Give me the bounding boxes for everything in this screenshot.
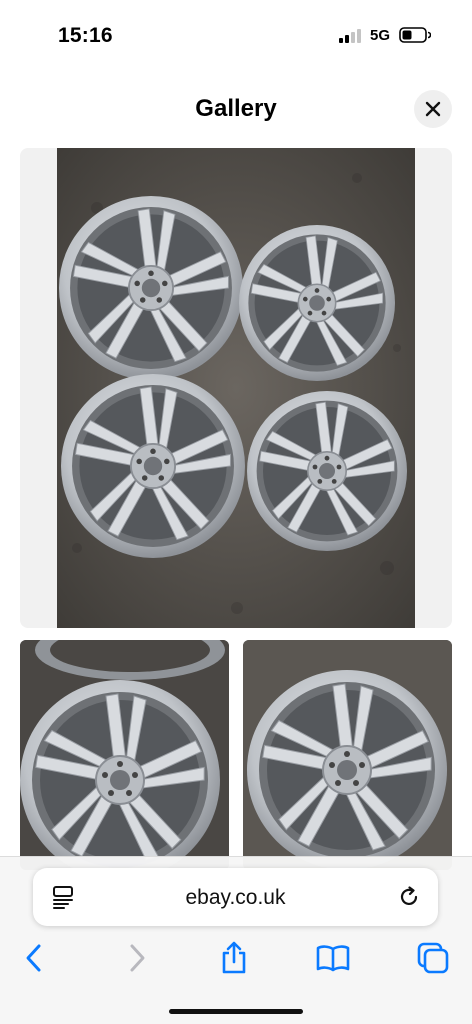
- status-time: 15:16: [58, 24, 113, 47]
- tabs-button[interactable]: [416, 941, 450, 975]
- gallery-thumbnail[interactable]: [20, 640, 229, 870]
- network-type: 5G: [370, 27, 391, 44]
- bookmarks-book-icon: [316, 945, 350, 972]
- close-button[interactable]: [414, 90, 452, 128]
- tabs-icon: [417, 942, 449, 974]
- browser-toolbar: ebay.co.uk: [0, 856, 472, 1024]
- wheel-thumbnail-photo: [20, 640, 229, 870]
- forward-chevron-icon: [130, 944, 145, 972]
- gallery-main-image[interactable]: [20, 148, 452, 628]
- address-bar[interactable]: ebay.co.uk: [33, 868, 438, 926]
- wheel-thumbnail-photo: [243, 640, 452, 870]
- battery-icon: [399, 27, 431, 43]
- back-button[interactable]: [17, 941, 51, 975]
- url-text: ebay.co.uk: [185, 886, 286, 909]
- back-chevron-icon: [26, 944, 41, 972]
- home-indicator[interactable]: [169, 1009, 303, 1014]
- page-title: Gallery: [195, 95, 277, 122]
- reload-icon[interactable]: [397, 885, 421, 909]
- share-icon: [222, 941, 246, 974]
- gallery-thumbnail[interactable]: [243, 640, 452, 870]
- forward-button[interactable]: [120, 941, 154, 975]
- wheels-photo: [57, 148, 415, 628]
- share-button[interactable]: [217, 941, 251, 975]
- bookmarks-button[interactable]: [316, 941, 350, 975]
- signal-strength-icon: [339, 29, 363, 43]
- status-bar: 15:16 5G: [0, 0, 472, 70]
- close-icon: [425, 101, 441, 117]
